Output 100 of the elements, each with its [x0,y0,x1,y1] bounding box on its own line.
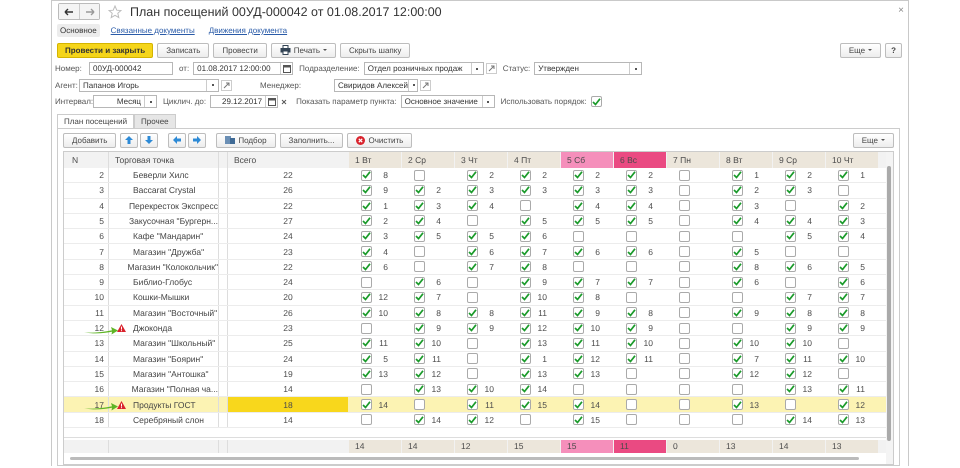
checkbox[interactable] [467,246,478,258]
checkbox[interactable] [467,292,478,303]
day-column-header[interactable]: 4 Пт [508,152,560,168]
checkbox[interactable] [732,276,743,288]
checkbox[interactable] [679,338,690,349]
checkbox[interactable] [361,215,372,226]
checkbox[interactable] [414,215,425,226]
checkbox[interactable] [785,353,796,364]
checkbox[interactable] [626,230,637,242]
table-row[interactable]: 11 Магазин "Восточный" 26 10 8 8 11 9 8 9 8 8 [64,306,886,321]
checkbox[interactable] [838,230,849,242]
table-row[interactable]: 6 Кафе "Мандарин" 24 3 5 5 6 5 4 [64,229,886,244]
checkbox[interactable] [520,276,531,288]
checkbox[interactable] [732,414,743,426]
checkbox[interactable] [679,384,690,395]
checkbox[interactable] [785,184,796,196]
checkbox[interactable] [361,200,372,212]
checkbox[interactable] [414,307,425,318]
checkbox[interactable] [414,353,425,364]
checkbox[interactable] [361,292,372,303]
move-left-button[interactable] [168,132,186,148]
checkbox[interactable] [838,261,849,272]
checkbox[interactable] [467,368,478,380]
checkbox[interactable] [679,322,690,334]
checkbox[interactable] [467,322,478,334]
table-row[interactable]: 10 Кошки-Мышки 20 12 7 10 8 7 7 [64,290,886,306]
checkbox[interactable] [361,184,372,196]
tab[interactable]: План посещений [57,114,134,128]
checkbox[interactable] [838,338,849,349]
checkbox[interactable] [732,307,743,318]
checkbox[interactable] [838,170,849,181]
checkbox[interactable] [573,170,584,181]
fill-button[interactable]: Заполнить... [280,132,344,148]
checkbox[interactable] [838,307,849,318]
checkbox[interactable] [520,414,531,426]
checkbox[interactable] [732,368,743,380]
checkbox[interactable] [361,261,372,272]
post-and-close-button[interactable]: Провести и закрыть [57,42,154,58]
checkbox[interactable] [785,292,796,303]
checkbox[interactable] [785,384,796,395]
checkbox[interactable] [732,399,743,410]
checkbox[interactable] [414,292,425,303]
checkbox[interactable] [732,338,743,349]
checkbox[interactable] [467,276,478,288]
checkbox[interactable] [732,200,743,212]
division-field[interactable]: Отдел розничных продаж [364,62,484,76]
checkbox[interactable] [467,307,478,318]
checkbox[interactable] [838,414,849,426]
checkbox[interactable] [785,261,796,272]
checkbox[interactable] [520,261,531,272]
checkbox[interactable] [732,215,743,226]
checkbox[interactable] [838,353,849,364]
table-row[interactable]: 3 Baccarat Crystal 26 9 2 3 3 3 3 2 3 [64,183,886,199]
checkbox[interactable] [785,322,796,334]
checkbox[interactable] [520,184,531,196]
checkbox[interactable] [467,261,478,272]
checkbox[interactable] [732,184,743,196]
link-icon[interactable] [486,63,497,74]
checkbox[interactable] [573,338,584,349]
checkbox[interactable] [520,215,531,226]
checkbox[interactable] [785,230,796,242]
checkbox[interactable] [520,292,531,303]
checkbox[interactable] [520,230,531,242]
checkbox[interactable] [361,170,372,181]
checkbox[interactable] [573,414,584,426]
checkbox[interactable] [414,184,425,196]
checkbox[interactable] [361,338,372,349]
checkbox[interactable] [732,384,743,395]
checkbox[interactable] [679,170,690,181]
checkbox[interactable] [679,353,690,364]
checkbox[interactable] [626,215,637,226]
checkbox[interactable] [679,414,690,426]
checkbox[interactable] [414,230,425,242]
checkbox[interactable] [785,170,796,181]
checkbox[interactable] [467,200,478,212]
day-column-header[interactable]: 3 Чт [455,152,507,168]
agent-field[interactable]: Папанов Игорь [79,78,219,92]
checkbox[interactable] [838,399,849,410]
checkbox[interactable] [467,414,478,426]
checkbox[interactable] [573,292,584,303]
checkbox[interactable] [573,322,584,334]
checkbox[interactable] [679,261,690,272]
tab[interactable]: Прочее [134,114,176,128]
checkbox[interactable] [838,276,849,288]
checkbox[interactable] [361,246,372,258]
checkbox[interactable] [838,384,849,395]
checkbox[interactable] [679,246,690,258]
checkbox[interactable] [573,215,584,226]
checkbox[interactable] [361,276,372,288]
add-button[interactable]: Добавить [63,132,116,148]
checkbox[interactable] [361,307,372,318]
day-column-header[interactable]: 5 Сб [561,152,613,168]
checkbox[interactable] [679,276,690,288]
table-row[interactable]: 9 Библио-Глобус 24 6 9 7 7 6 6 [64,275,886,290]
checkbox[interactable] [785,200,796,212]
checkbox[interactable] [732,170,743,181]
clear-icon[interactable] [281,98,288,105]
checkbox[interactable] [590,96,602,108]
help-button[interactable]: ? [885,42,902,58]
checkbox[interactable] [626,353,637,364]
